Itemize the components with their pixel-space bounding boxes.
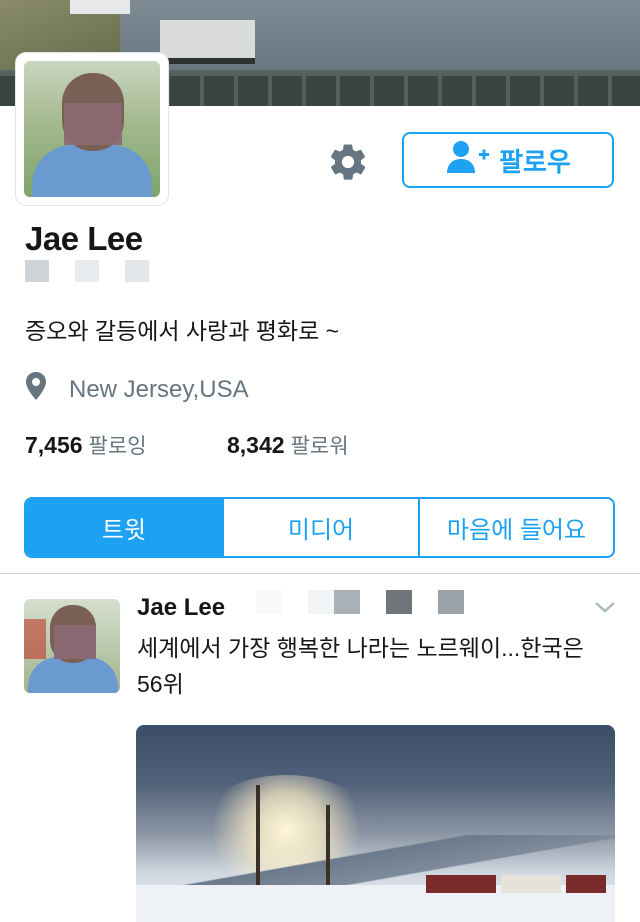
tab-likes[interactable]: 마음에 들어요 [420, 499, 613, 556]
add-user-icon [445, 139, 491, 182]
tweet-avatar[interactable] [24, 599, 120, 693]
tab-tweets[interactable]: 트윗 [26, 499, 224, 556]
followers-count: 8,342 [227, 432, 285, 458]
profile-handle-redacted [25, 260, 153, 282]
follow-button-label: 팔로우 [499, 146, 571, 177]
tweet-text: 세계에서 가장 행복한 나라는 노르웨이...한국은 56위 [137, 635, 584, 697]
profile-name: Jae Lee [25, 220, 143, 257]
followers-stat[interactable]: 8,342 팔로워 [227, 430, 349, 460]
section-divider [0, 573, 640, 574]
tweet-media-image[interactable] [136, 725, 615, 922]
tab-media[interactable]: 미디어 [224, 499, 420, 556]
following-stat[interactable]: 7,456 팔로잉 [25, 430, 227, 460]
gear-icon[interactable] [327, 141, 369, 183]
tweet-author-name[interactable]: Jae Lee [137, 594, 225, 622]
profile-location: New Jersey,USA [25, 372, 249, 407]
follow-button[interactable]: 팔로우 [402, 132, 614, 188]
following-label: 팔로잉 [88, 435, 147, 458]
profile-avatar[interactable] [16, 53, 168, 205]
chevron-down-icon[interactable] [593, 598, 617, 616]
location-text: New Jersey,USA [69, 375, 249, 403]
profile-bio: 증오와 갈등에서 사랑과 평화로 ~ [25, 318, 340, 344]
following-count: 7,456 [25, 432, 83, 458]
location-pin-icon [25, 372, 47, 407]
profile-stats: 7,456 팔로잉 8,342 팔로워 [25, 430, 349, 460]
followers-label: 팔로워 [290, 435, 349, 458]
tweet-handle-redacted [256, 590, 464, 614]
profile-tabs: 트윗 미디어 마음에 들어요 [24, 497, 615, 558]
